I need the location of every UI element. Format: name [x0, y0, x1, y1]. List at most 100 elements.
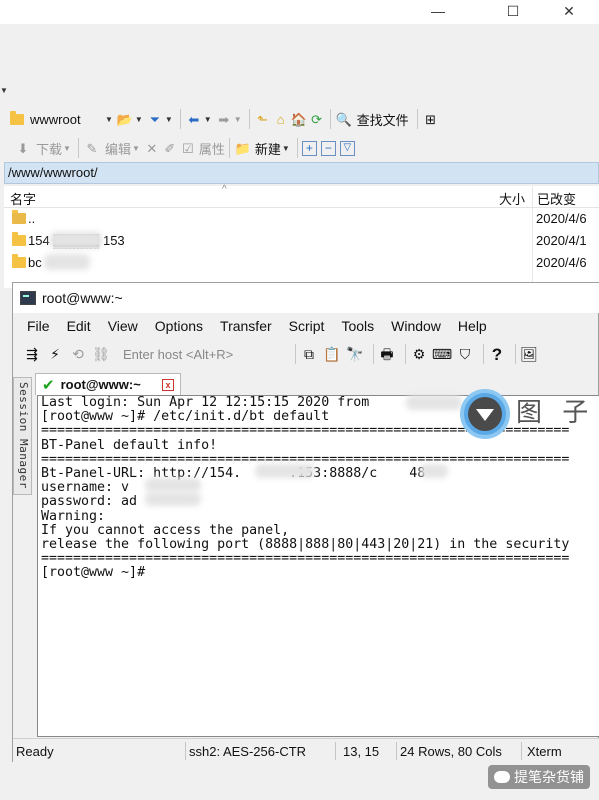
reconnect-icon[interactable]: ⟲	[69, 345, 87, 363]
delete-icon[interactable]: ✕	[143, 139, 161, 157]
menu-transfer[interactable]: Transfer	[220, 318, 272, 334]
rename-icon[interactable]: ✐	[161, 139, 179, 157]
menu-help[interactable]: Help	[458, 318, 487, 334]
filter-toggle-icon[interactable]: ▽	[339, 140, 355, 156]
filter-dropdown-icon[interactable]: ▼	[165, 115, 173, 124]
menu-edit[interactable]: Edit	[67, 318, 91, 334]
new-folder-icon[interactable]: 📁	[234, 139, 252, 157]
file-date: 2020/4/6	[536, 255, 587, 270]
find-icon[interactable]: 🔭	[346, 345, 364, 363]
folder-icon	[12, 232, 26, 246]
quick-connect-input[interactable]: Enter host <Alt+R>	[123, 347, 283, 362]
expand-all-icon[interactable]: +	[301, 140, 317, 156]
status-cursor: 13, 15	[343, 744, 380, 759]
toolbar-divider	[179, 109, 181, 129]
edit-dropdown-icon[interactable]: ▼	[132, 144, 140, 153]
find-files-icon[interactable]: 🔍	[335, 110, 353, 128]
filter-icon[interactable]: ⏷	[146, 110, 164, 128]
copy-icon[interactable]: ⧉	[300, 345, 318, 363]
paste-icon[interactable]: 📋	[323, 345, 341, 363]
column-header-size[interactable]: 大小	[499, 189, 525, 208]
footer-watermark: 提笔杂货铺	[488, 765, 590, 789]
minimize-button[interactable]: —	[415, 0, 461, 22]
print-icon[interactable]: 🖶	[378, 345, 396, 363]
maximize-button[interactable]: ☐	[490, 0, 536, 22]
terminal-window: root@www:~ File Edit View Options Transf…	[12, 282, 599, 762]
file-list: .. 2020/4/6 154 ▒▒▒▒▒ 153 2020/4/1 bc 20…	[4, 208, 599, 288]
find-files-button[interactable]: 查找文件	[357, 110, 409, 129]
settings-gear-icon[interactable]: ⚙	[410, 345, 428, 363]
path-bar[interactable]: /www/wwwroot/	[4, 162, 599, 184]
watermark-text: 图 子	[516, 398, 595, 428]
menu-window[interactable]: Window	[391, 318, 441, 334]
status-divider	[335, 742, 336, 760]
open-folder-dropdown-icon[interactable]: ▼	[135, 115, 143, 124]
menu-options[interactable]: Options	[155, 318, 203, 334]
file-list-header: 名字 ^ 大小 已改变	[4, 184, 599, 208]
toolbar-divider	[248, 109, 250, 129]
window-title: root@www:~	[42, 290, 123, 306]
menu-tools[interactable]: Tools	[341, 318, 374, 334]
help-icon[interactable]: ?	[488, 345, 506, 363]
home-icon[interactable]: 🏠	[290, 110, 308, 128]
toolbar-divider	[515, 344, 516, 364]
file-date: 2020/4/1	[536, 233, 587, 248]
refresh-icon[interactable]: ⟳	[308, 110, 326, 128]
redaction-blur	[255, 464, 315, 478]
disconnect-icon[interactable]: ⛓	[92, 345, 110, 363]
status-cipher: ssh2: AES-256-CTR	[189, 744, 307, 759]
file-row[interactable]: .. 2020/4/6	[4, 208, 599, 229]
securecrt-app-icon	[20, 291, 36, 305]
tree-view-icon[interactable]: ⊞	[422, 110, 440, 128]
folder-icon	[12, 254, 26, 268]
download-button[interactable]: 下载	[36, 139, 62, 158]
redaction-blur	[44, 254, 90, 270]
collapse-caret-icon[interactable]: ▼	[0, 86, 8, 95]
terminal-output[interactable]: Last login: Sun Apr 12 12:15:15 2020 fro…	[37, 395, 599, 737]
keymap-icon[interactable]: ⌨	[432, 345, 452, 363]
root-folder-icon[interactable]: ⌂	[272, 110, 290, 128]
back-arrow-icon[interactable]: ⬅	[185, 110, 203, 128]
menu-file[interactable]: File	[27, 318, 50, 334]
properties-button[interactable]: 属性	[199, 139, 225, 158]
column-header-modified[interactable]: 已改变	[537, 189, 576, 208]
location-combo[interactable]: wwwroot	[6, 108, 104, 130]
sftp-icon[interactable]: ⛉	[456, 345, 474, 363]
screenshot-icon[interactable]: 🖼	[520, 345, 538, 363]
back-dropdown-icon[interactable]: ▼	[204, 115, 212, 124]
edit-button[interactable]: 编辑	[105, 139, 131, 158]
quick-connect-icon[interactable]: ⚡	[46, 345, 64, 363]
new-dropdown-icon[interactable]: ▼	[282, 144, 290, 153]
folder-icon	[10, 110, 24, 125]
session-manager-tab[interactable]: Session Manager	[13, 377, 32, 495]
menu-view[interactable]: View	[108, 318, 138, 334]
status-ready: Ready	[16, 744, 54, 759]
toolbar-divider	[483, 344, 484, 364]
redaction-blur	[145, 492, 201, 506]
connect-icon[interactable]: ⇶	[23, 345, 41, 363]
location-dropdown-icon[interactable]: ▼	[105, 115, 113, 124]
download-dropdown-icon[interactable]: ▼	[63, 144, 71, 153]
close-button[interactable]: ✕	[546, 0, 592, 22]
toolbar-divider	[373, 344, 374, 364]
toolbar-divider	[77, 138, 79, 158]
new-button[interactable]: 新建	[255, 139, 281, 158]
parent-folder-icon[interactable]: ⬑	[254, 110, 272, 128]
redaction-blur	[420, 464, 448, 478]
open-folder-icon[interactable]: 📂	[116, 110, 134, 128]
parent-folder-icon	[12, 210, 26, 224]
menu-script[interactable]: Script	[289, 318, 325, 334]
forward-dropdown-icon[interactable]: ▼	[234, 115, 242, 124]
column-header-name[interactable]: 名字	[10, 189, 36, 208]
collapse-all-icon[interactable]: −	[320, 140, 336, 156]
close-tab-icon[interactable]: x	[162, 379, 174, 391]
download-icon[interactable]: ⬇	[14, 139, 32, 157]
session-tab[interactable]: ✔ root@www:~ x	[35, 373, 181, 395]
location-combo-value: wwwroot	[30, 111, 81, 127]
forward-arrow-icon[interactable]: ➡	[215, 110, 233, 128]
file-row[interactable]: bc 2020/4/6	[4, 252, 599, 273]
status-emulation: Xterm	[527, 744, 562, 759]
toolbar-divider	[405, 344, 406, 364]
properties-icon[interactable]: ☑	[179, 139, 197, 157]
edit-icon[interactable]: ✎	[83, 139, 101, 157]
